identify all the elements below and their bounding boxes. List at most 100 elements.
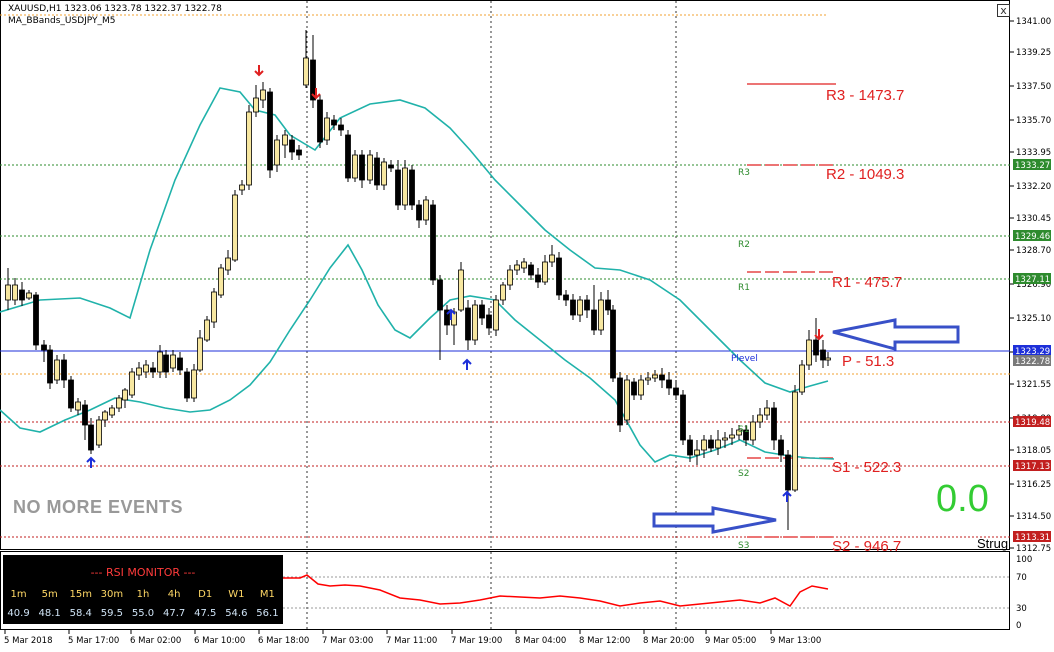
candle-body [708,439,714,449]
candle-body [381,161,387,186]
pivot-value-label: P - 51.3 [842,353,894,370]
price-tick-label: 1333.95 [1016,148,1051,158]
candle-body [239,184,245,191]
candle-body [624,379,630,421]
price-tick-label: 1335.70 [1016,116,1051,126]
time-tick-label: 8 Mar 12:00 [579,636,630,646]
price-tick-label: 1339.25 [1016,48,1051,58]
candle-body [806,339,812,366]
candle-body [409,169,415,206]
candle-body [750,421,756,441]
candle-body [150,367,156,373]
candle-body [416,204,422,221]
time-tick-label: 6 Mar 02:00 [130,636,181,646]
rsi-tf-label: D1 [198,589,213,600]
candle-body [232,194,238,261]
close-chart-icon[interactable]: x [997,4,1010,17]
candle-body [500,284,506,301]
pivot-small-label: R1 [738,283,750,293]
candle-body [359,154,365,181]
candle-body [563,294,569,301]
rsi-tf-value: 40.9 [7,608,30,619]
price-tick-label: 1312.75 [1016,544,1051,554]
candle-body [437,279,443,311]
candle-body [584,299,590,311]
candle-body [88,424,94,451]
candle-body [26,292,32,299]
candle-body [673,387,679,396]
rsi-tf-value: 47.7 [162,608,186,619]
candle-body [687,439,693,456]
price-tick-label: 1337.50 [1016,82,1051,92]
candle-body [556,257,562,296]
candle-body [204,319,210,341]
candle-body [246,111,252,186]
candle-body [715,439,721,449]
candle-body [493,299,499,331]
candle-body [61,359,67,381]
corner-label: Strug [977,536,1009,551]
candle-body [33,294,39,346]
rsi-tick-label: 70 [1016,573,1027,583]
candle-body [521,261,527,269]
candle-body [388,164,394,169]
candle-body [5,284,11,301]
rsi-tf-label: M1 [259,589,275,600]
candle-body [722,437,728,441]
candle-body [631,381,637,396]
price-badge-label: 1333.27 [1015,161,1050,171]
candle-body [12,284,18,301]
time-tick-label: 7 Mar 11:00 [386,636,437,646]
candle-body [825,357,831,361]
candle-body [680,394,686,441]
chart-symbol-info: XAUUSD,H1 1323.06 1323.78 1322.37 1322.7… [8,4,222,14]
candle-body [296,149,302,156]
candle-body [274,139,280,166]
candle-body [163,354,169,373]
candle-body [659,374,665,381]
rsi-tf-value: 54.6 [225,608,248,619]
candle-body [820,349,826,361]
candle-body [184,371,190,399]
candle-body [570,299,576,316]
candle-body [260,89,266,101]
candle-body [610,309,616,379]
candle-body [374,157,380,186]
candle-body [54,359,60,381]
rsi-monitor-title: --- RSI MONITOR --- [90,566,196,579]
candle-body [157,351,163,373]
candle-body [367,154,373,181]
score-value: 0.0 [936,478,989,520]
candle-body [549,254,555,263]
time-axis: 5 Mar 2018 5 Mar 17:00 6 Mar 02:00 6 Mar 10… [4,630,821,646]
time-tick-label: 9 Mar 05:00 [705,636,756,646]
time-tick-label: 8 Mar 04:00 [515,636,566,646]
time-tick-label: 7 Mar 19:00 [451,636,502,646]
price-axis: 1341.00 1339.25 1337.50 1335.70 1333.95 1332.… [1010,17,1051,554]
price-badge-label: 1322.78 [1015,357,1050,367]
time-tick-label: 7 Mar 03:00 [322,636,373,646]
candle-body [324,117,330,141]
candle-body [331,119,337,126]
rsi-monitor-panel: --- RSI MONITOR --- 1m 5m 15m 30m 1h 4h … [3,555,283,624]
candle-body [514,264,520,271]
candle-body [694,449,700,456]
pivot-small-label: S2 [738,469,749,479]
price-badge-label: 1313.31 [1015,533,1050,543]
candle-body [617,377,623,426]
indicator-name: MA_BBands_USDJPY_M5 [8,16,116,26]
time-tick-label: 6 Mar 18:00 [258,636,309,646]
price-tick-label: 1321.55 [1016,380,1051,390]
candle-body [423,199,429,221]
candle-body [542,261,548,283]
price-tick-label: 1328.70 [1016,246,1051,256]
rsi-tf-label: 1h [136,589,150,600]
candle-body [177,357,183,371]
candle-body [82,404,88,426]
candle-body [764,407,770,416]
candle-body [191,369,197,399]
rsi-tf-label: 5m [41,589,58,600]
candle-body [41,344,47,351]
candle-body [652,374,658,379]
candle-body [757,414,763,423]
